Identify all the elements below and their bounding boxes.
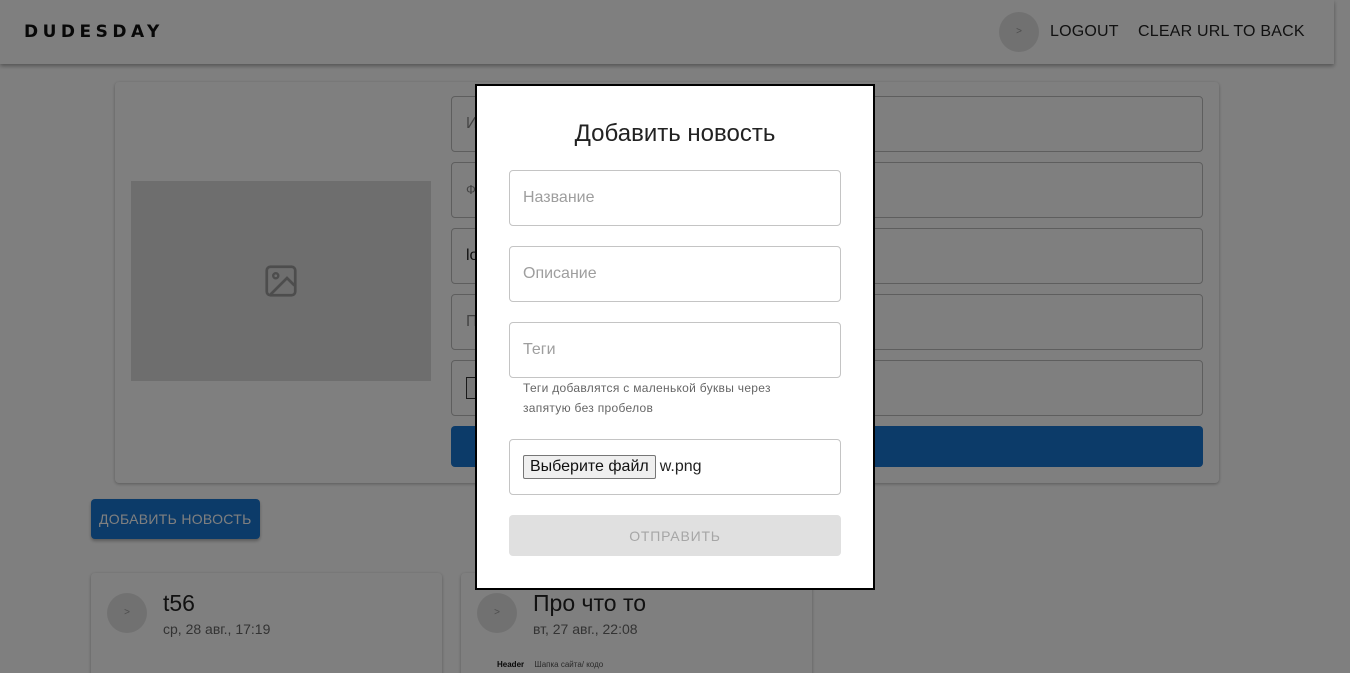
news-description-field	[509, 246, 841, 302]
tags-helper-text: Теги добавлятся с маленькой буквы через …	[523, 381, 771, 415]
news-description-input[interactable]	[510, 247, 840, 301]
add-news-dialog: Добавить новость Теги добавлятся с мален…	[475, 84, 875, 590]
choose-file-button[interactable]: Выберите файл	[523, 455, 656, 479]
news-tags-input[interactable]	[510, 323, 840, 377]
news-file-field: Выберите файл w.png	[509, 439, 841, 495]
news-tags-field	[509, 322, 841, 378]
news-name-input[interactable]	[510, 171, 840, 225]
news-name-field	[509, 170, 841, 226]
selected-file-name: w.png	[659, 458, 702, 475]
submit-button[interactable]: ОТПРАВИТЬ	[509, 515, 841, 556]
dialog-title: Добавить новость	[574, 120, 776, 147]
